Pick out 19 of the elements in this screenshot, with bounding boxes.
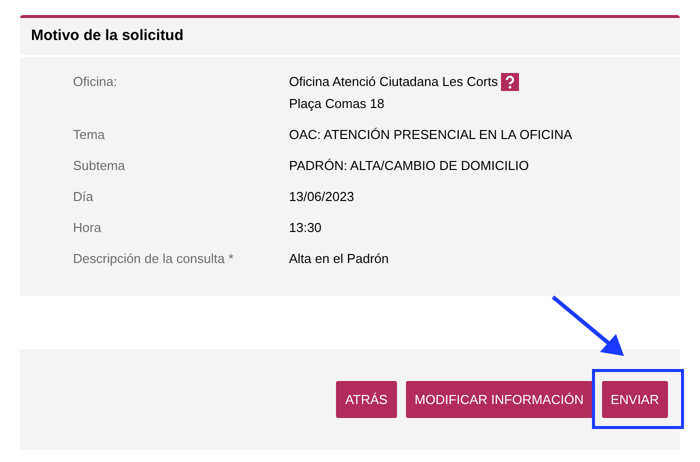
action-button[interactable]: ATRÁS — [336, 381, 397, 418]
field-label: Oficina: — [73, 73, 118, 91]
field-value: Plaça Comas 18 — [289, 95, 384, 113]
section-title: Motivo de la solicitud — [31, 26, 184, 46]
action-button[interactable]: MODIFICAR INFORMACIÓN — [406, 381, 593, 418]
field-value: Oficina Atenció Ciutadana Les Corts — [289, 73, 498, 91]
field-label: Tema — [73, 126, 106, 144]
field-value: Alta en el Padrón — [289, 250, 389, 268]
field-value: PADRÓN: ALTA/CAMBIO DE DOMICILIO — [289, 157, 529, 175]
field-value: 13:30 — [289, 219, 322, 237]
action-button[interactable]: ENVIAR — [602, 381, 668, 418]
field-label: Día — [73, 188, 94, 206]
field-label: Hora — [73, 219, 102, 237]
field-value: 13/06/2023 — [289, 188, 354, 206]
arrow-icon — [550, 294, 626, 358]
field-value: OAC: ATENCIÓN PRESENCIAL EN LA OFICINA — [289, 126, 572, 144]
field-label: Descripción de la consulta * — [73, 250, 234, 268]
field-label: Subtema — [73, 157, 126, 175]
help-icon[interactable] — [500, 72, 519, 90]
